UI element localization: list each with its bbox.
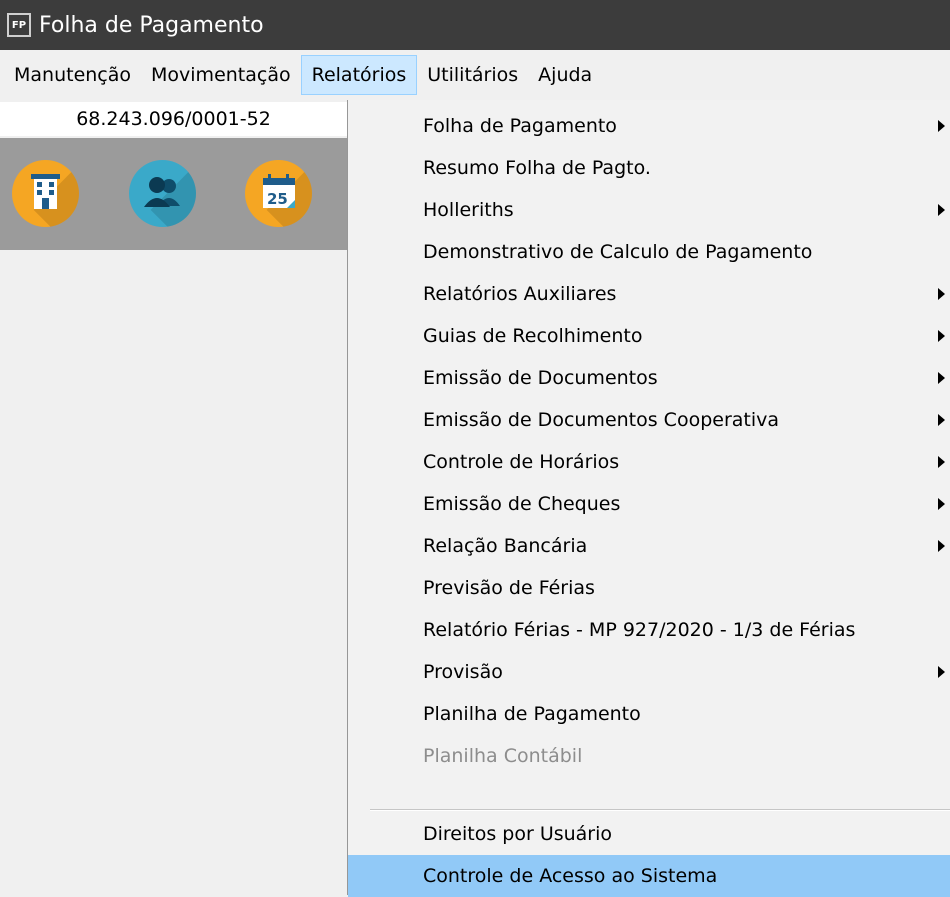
submenu-arrow-icon <box>938 372 945 384</box>
menu-item-label: Resumo Folha de Pagto. <box>423 157 651 179</box>
menu-item-label: Planilha de Pagamento <box>423 703 641 725</box>
menu-bar: Manutenção Movimentação Relatórios Utili… <box>0 50 950 100</box>
menu-ajuda[interactable]: Ajuda <box>528 55 602 95</box>
menu-item-label: Relatórios Auxiliares <box>423 283 617 305</box>
menu-item-label: Controle de Horários <box>423 451 620 473</box>
menu-relatorios[interactable]: Relatórios <box>300 55 418 95</box>
menu-separator-highlight <box>370 810 950 811</box>
menu-item-relatorios-auxiliares[interactable]: Relatórios Auxiliares <box>348 273 950 315</box>
menu-item-resumo-folha[interactable]: Resumo Folha de Pagto. <box>348 147 950 189</box>
menu-item-label: Holleriths <box>423 199 514 221</box>
menu-item-folha-de-pagamento[interactable]: Folha de Pagamento <box>348 105 950 147</box>
menu-item-label: Emissão de Documentos Cooperativa <box>423 409 780 431</box>
window-title: Folha de Pagamento <box>39 12 264 38</box>
submenu-arrow-icon <box>938 330 945 342</box>
shortcut-toolbar: 25 <box>0 138 347 250</box>
menu-item-emissao-documentos-cooperativa[interactable]: Emissão de Documentos Cooperativa <box>348 399 950 441</box>
menu-item-label: Demonstrativo de Calculo de Pagamento <box>423 241 813 263</box>
menu-item-previsao-ferias[interactable]: Previsão de Férias <box>348 567 950 609</box>
submenu-arrow-icon <box>938 666 945 678</box>
menu-item-guias-recolhimento[interactable]: Guias de Recolhimento <box>348 315 950 357</box>
menu-item-provisao[interactable]: Provisão <box>348 651 950 693</box>
menu-manutencao[interactable]: Manutenção <box>0 55 141 95</box>
calendar-icon[interactable]: 25 <box>245 160 312 227</box>
menu-item-label: Controle de Acesso ao Sistema <box>423 865 718 887</box>
menu-item-label: Emissão de Documentos <box>423 367 658 389</box>
menu-item-controle-horarios[interactable]: Controle de Horários <box>348 441 950 483</box>
submenu-arrow-icon <box>938 288 945 300</box>
building-icon[interactable] <box>12 160 79 227</box>
menu-item-planilha-contabil: Planilha Contábil <box>348 735 950 777</box>
menu-item-label: Direitos por Usuário <box>423 823 613 845</box>
menu-item-relatorio-ferias-mp[interactable]: Relatório Férias - MP 927/2020 - 1/3 de … <box>348 609 950 651</box>
submenu-arrow-icon <box>938 204 945 216</box>
submenu-arrow-icon <box>938 456 945 468</box>
submenu-arrow-icon <box>938 540 945 552</box>
menu-utilitarios[interactable]: Utilitários <box>417 55 528 95</box>
menu-item-label: Planilha Contábil <box>423 745 583 767</box>
menu-item-label: Previsão de Férias <box>423 577 595 599</box>
svg-text:25: 25 <box>267 190 288 208</box>
company-cnpj: 68.243.096/0001-52 <box>0 102 347 136</box>
menu-item-relacao-bancaria[interactable]: Relação Bancária <box>348 525 950 567</box>
menu-item-label: Relação Bancária <box>423 535 588 557</box>
menu-item-label: Relatório Férias - MP 927/2020 - 1/3 de … <box>423 619 856 641</box>
menu-item-demonstrativo[interactable]: Demonstrativo de Calculo de Pagamento <box>348 231 950 273</box>
menu-movimentacao[interactable]: Movimentação <box>141 55 301 95</box>
menu-item-emissao-cheques[interactable]: Emissão de Cheques <box>348 483 950 525</box>
menu-item-label: Guias de Recolhimento <box>423 325 643 347</box>
relatorios-dropdown: Folha de Pagamento Resumo Folha de Pagto… <box>347 100 950 897</box>
menu-item-holleriths[interactable]: Holleriths <box>348 189 950 231</box>
menu-item-label: Provisão <box>423 661 503 683</box>
submenu-arrow-icon <box>938 120 945 132</box>
title-bar: FP Folha de Pagamento <box>0 0 950 50</box>
menu-item-planilha-pagamento[interactable]: Planilha de Pagamento <box>348 693 950 735</box>
menu-item-controle-acesso[interactable]: Controle de Acesso ao Sistema <box>348 855 950 897</box>
app-icon[interactable]: FP <box>7 13 31 37</box>
submenu-arrow-icon <box>938 414 945 426</box>
users-icon[interactable] <box>129 160 196 227</box>
menu-item-label: Emissão de Cheques <box>423 493 621 515</box>
menu-item-label: Folha de Pagamento <box>423 115 617 137</box>
menu-item-emissao-documentos[interactable]: Emissão de Documentos <box>348 357 950 399</box>
menu-item-direitos-usuario[interactable]: Direitos por Usuário <box>348 813 950 855</box>
submenu-arrow-icon <box>938 498 945 510</box>
